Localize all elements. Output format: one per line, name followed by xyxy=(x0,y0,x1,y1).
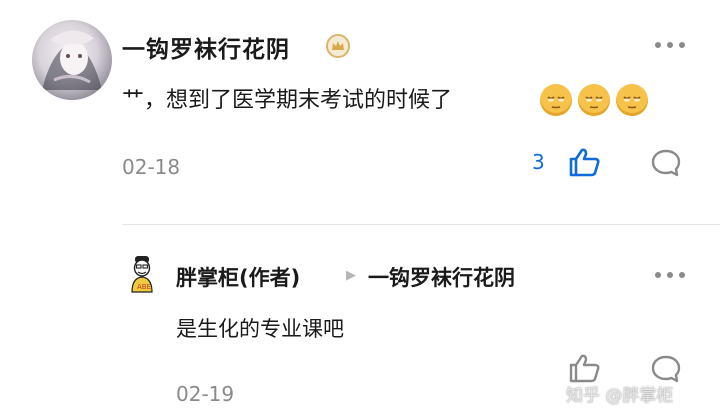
verified-badge-icon xyxy=(326,34,350,58)
reply-icon[interactable] xyxy=(650,148,682,182)
comment-text: 艹，想到了医学期末考试的时候了 xyxy=(122,88,453,113)
divider xyxy=(122,224,720,225)
svg-text:ABE: ABE xyxy=(137,283,151,291)
thumbs-up-icon[interactable] xyxy=(568,146,602,182)
reply-date: 02-19 xyxy=(176,382,235,406)
watermark: 知乎 @胖掌柜 xyxy=(566,386,674,406)
more-options-icon[interactable] xyxy=(655,272,685,278)
more-options-icon[interactable] xyxy=(655,42,685,48)
reply-author-name[interactable]: 胖掌柜(作者) xyxy=(176,262,300,292)
sleepy-face-emoji xyxy=(540,84,572,116)
avatar[interactable] xyxy=(32,20,112,100)
like-count: 3 xyxy=(532,150,545,174)
sleepy-face-emoji xyxy=(616,84,648,116)
emoji-group xyxy=(540,84,648,116)
comment-date: 02-18 xyxy=(122,155,181,179)
sleepy-face-emoji xyxy=(578,84,610,116)
reply-to-name[interactable]: 一钩罗袜行花阴 xyxy=(368,262,515,292)
author-name[interactable]: 一钩罗袜行花阴 xyxy=(122,30,290,64)
reply-arrow-icon: ▶ xyxy=(346,268,356,283)
reply-text: 是生化的专业课吧 xyxy=(176,317,344,341)
author-avatar[interactable]: ABE xyxy=(128,254,156,294)
